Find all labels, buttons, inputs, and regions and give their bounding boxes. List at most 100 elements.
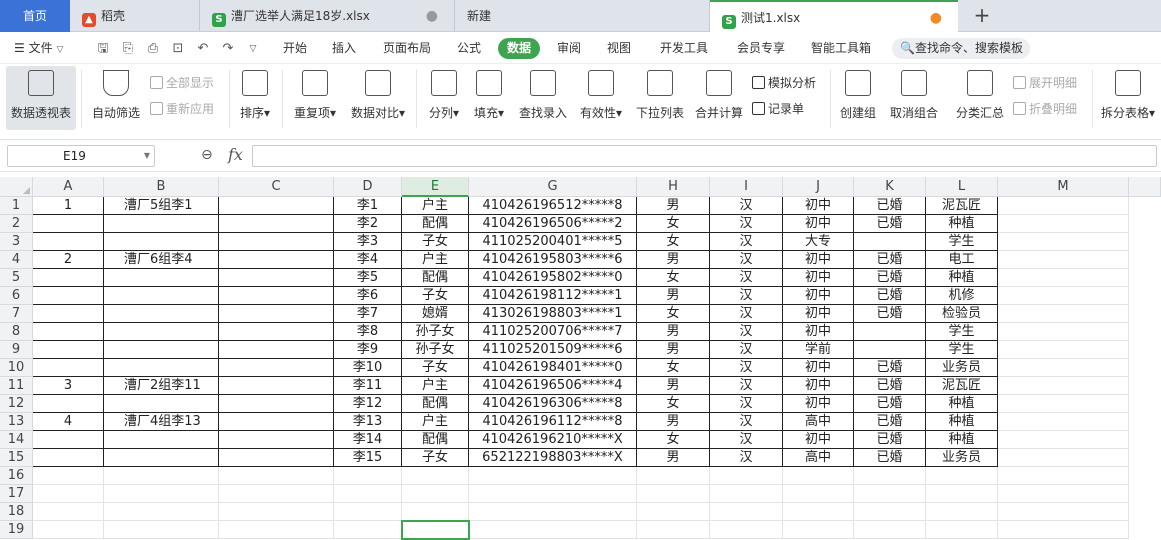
cell-e14[interactable]: 配偶 [402, 431, 469, 449]
cell-h6[interactable]: 男 [637, 287, 710, 305]
cell-m16[interactable] [998, 467, 1129, 485]
subtotal-button[interactable]: 分类汇总 [953, 66, 1007, 130]
cell-e16[interactable] [402, 467, 469, 485]
cell-l12[interactable]: 种植 [926, 395, 998, 413]
consolidate-button[interactable]: 合并计算 [692, 66, 746, 130]
cell-h18[interactable] [637, 503, 710, 521]
cell-m7[interactable] [998, 305, 1129, 323]
cell-k6[interactable]: 已婚 [854, 287, 926, 305]
cell-h16[interactable] [637, 467, 710, 485]
cell-c8[interactable] [219, 323, 334, 341]
cell-d2[interactable]: 李2 [334, 215, 402, 233]
tab-home[interactable]: 首页 [0, 0, 70, 32]
cell-i11[interactable]: 汉 [710, 377, 783, 395]
cell-k9[interactable] [854, 341, 926, 359]
cell-g1[interactable]: 410426196512*****8 [469, 197, 637, 215]
cell-c16[interactable] [219, 467, 334, 485]
cell-d12[interactable]: 李12 [334, 395, 402, 413]
cell-c2[interactable] [219, 215, 334, 233]
cell-d17[interactable] [334, 485, 402, 503]
cell-l16[interactable] [926, 467, 998, 485]
new-tab-button[interactable]: + [968, 0, 996, 32]
cell-g12[interactable]: 410426196306*****8 [469, 395, 637, 413]
cell-a18[interactable] [33, 503, 104, 521]
compare-button[interactable]: 数据对比▾ [347, 66, 409, 130]
cell-l8[interactable]: 学生 [926, 323, 998, 341]
dropdown-list-button[interactable]: 下拉列表 [633, 66, 687, 130]
row-header-2[interactable]: 2 [0, 215, 33, 233]
ungroup-button[interactable]: 取消组合 [886, 66, 942, 130]
cell-m8[interactable] [998, 323, 1129, 341]
row-header-4[interactable]: 4 [0, 251, 33, 269]
cell-c4[interactable] [219, 251, 334, 269]
create-group-button[interactable]: 创建组 [837, 66, 879, 130]
cell-i17[interactable] [710, 485, 783, 503]
row-header-15[interactable]: 15 [0, 449, 33, 467]
cell-b2[interactable] [104, 215, 219, 233]
row-header-5[interactable]: 5 [0, 269, 33, 287]
column-header-k[interactable]: K [854, 177, 926, 197]
cell-c11[interactable] [219, 377, 334, 395]
cell-d5[interactable]: 李5 [334, 269, 402, 287]
cell-b3[interactable] [104, 233, 219, 251]
row-header-16[interactable]: 16 [0, 467, 33, 485]
cell-m19[interactable] [998, 521, 1129, 539]
cell-l9[interactable]: 学生 [926, 341, 998, 359]
cell-k11[interactable]: 已婚 [854, 377, 926, 395]
cell-c15[interactable] [219, 449, 334, 467]
cell-g14[interactable]: 410426196210*****X [469, 431, 637, 449]
menu-review[interactable]: 审阅 [557, 33, 581, 64]
sort-button[interactable]: 排序▾ [235, 66, 275, 130]
cell-i2[interactable]: 汉 [710, 215, 783, 233]
cell-e6[interactable]: 子女 [402, 287, 469, 305]
cell-a3[interactable] [33, 233, 104, 251]
cell-h3[interactable]: 女 [637, 233, 710, 251]
cell-a7[interactable] [33, 305, 104, 323]
autofilter-button[interactable]: 自动筛选 [88, 66, 144, 130]
cell-m6[interactable] [998, 287, 1129, 305]
cell-j5[interactable]: 初中 [783, 269, 854, 287]
cell-e1[interactable]: 户主 [402, 197, 469, 215]
cell-m17[interactable] [998, 485, 1129, 503]
cell-b4[interactable]: 漕厂6组李4 [104, 251, 219, 269]
cell-c18[interactable] [219, 503, 334, 521]
cell-h14[interactable]: 女 [637, 431, 710, 449]
cell-g2[interactable]: 410426196506*****2 [469, 215, 637, 233]
cell-b6[interactable] [104, 287, 219, 305]
cell-j15[interactable]: 高中 [783, 449, 854, 467]
print-preview-icon[interactable]: ⊡ [170, 41, 186, 57]
cell-m10[interactable] [998, 359, 1129, 377]
cell-a14[interactable] [33, 431, 104, 449]
cell-j1[interactable]: 初中 [783, 197, 854, 215]
print-icon[interactable]: ⎙ [145, 41, 161, 57]
cell-g5[interactable]: 410426195802*****0 [469, 269, 637, 287]
cell-e11[interactable]: 户主 [402, 377, 469, 395]
cell-k13[interactable]: 已婚 [854, 413, 926, 431]
cell-k19[interactable] [854, 521, 926, 539]
row-header-6[interactable]: 6 [0, 287, 33, 305]
column-header-e[interactable]: E [402, 177, 469, 197]
cell-g10[interactable]: 410426198401*****0 [469, 359, 637, 377]
cell-d15[interactable]: 李15 [334, 449, 402, 467]
cell-j9[interactable]: 学前 [783, 341, 854, 359]
cell-h17[interactable] [637, 485, 710, 503]
record-form-button[interactable]: 记录单 [752, 100, 804, 118]
cell-c3[interactable] [219, 233, 334, 251]
cell-h9[interactable]: 男 [637, 341, 710, 359]
cell-c6[interactable] [219, 287, 334, 305]
cell-e9[interactable]: 孙子女 [402, 341, 469, 359]
cell-l4[interactable]: 电工 [926, 251, 998, 269]
menu-data[interactable]: 数据 [498, 38, 541, 59]
cell-g8[interactable]: 411025200706*****7 [469, 323, 637, 341]
show-all-button[interactable]: 全部显示 [150, 74, 214, 92]
cell-b15[interactable] [104, 449, 219, 467]
cell-g16[interactable] [469, 467, 637, 485]
column-header-g[interactable]: G [469, 177, 637, 197]
cell-g3[interactable]: 411025200401*****5 [469, 233, 637, 251]
cell-j18[interactable] [783, 503, 854, 521]
split-table-button[interactable]: 拆分表格▾ [1098, 66, 1158, 130]
export-icon[interactable]: ⎘ [120, 41, 136, 57]
cell-h12[interactable]: 女 [637, 395, 710, 413]
column-header-d[interactable]: D [334, 177, 402, 197]
cell-j2[interactable]: 初中 [783, 215, 854, 233]
